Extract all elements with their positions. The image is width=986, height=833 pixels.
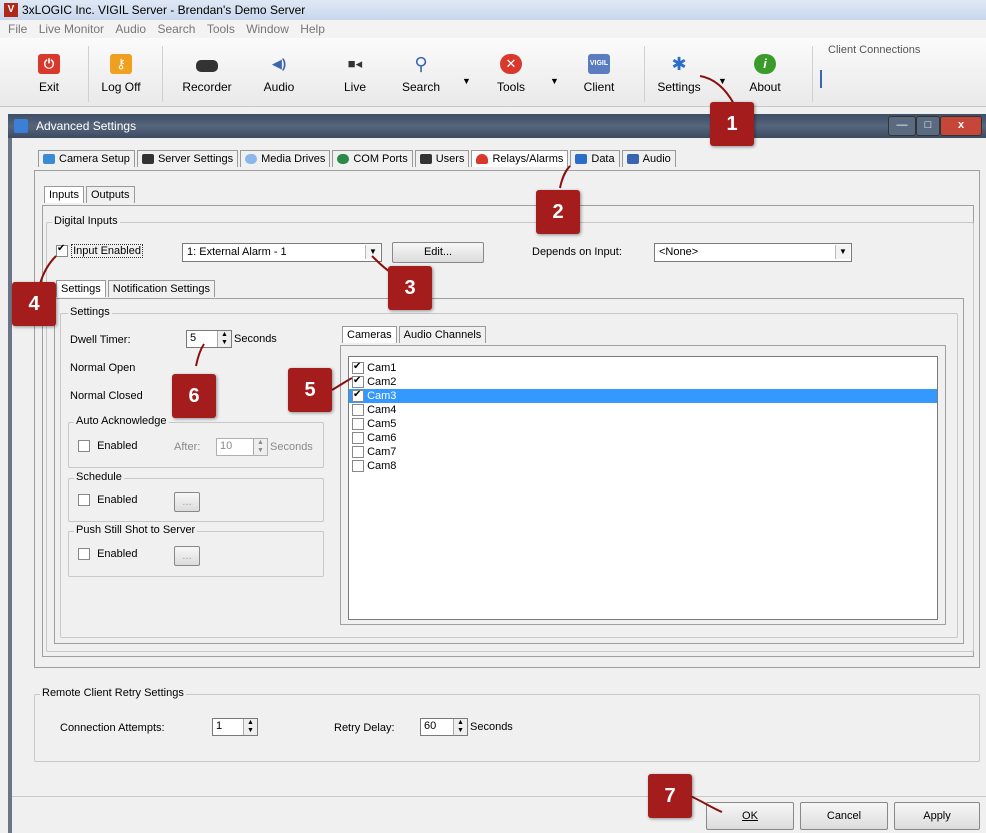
callout-badge-1: 1 <box>710 102 754 146</box>
callout-badge-7: 7 <box>648 774 692 818</box>
callout-6-arrow <box>195 343 205 367</box>
callout-arrows <box>39 75 735 813</box>
callout-badge-5: 5 <box>288 368 332 412</box>
callout-7-arrow <box>689 795 723 813</box>
callout-2-arrow <box>559 165 571 189</box>
callout-badge-3: 3 <box>388 266 432 310</box>
callout-4-arrow <box>39 255 57 285</box>
callout-badge-4: 4 <box>12 282 56 326</box>
callout-badge-6: 6 <box>172 374 216 418</box>
callout-badge-2: 2 <box>536 190 580 234</box>
callout-5-arrow <box>331 377 353 391</box>
callout-1-arrow <box>699 75 735 105</box>
